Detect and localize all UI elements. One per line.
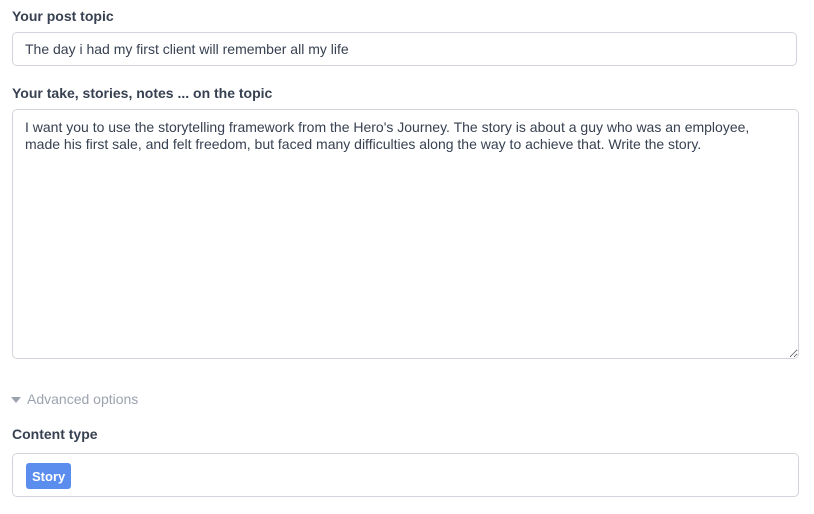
advanced-options-label: Advanced options — [27, 391, 139, 407]
post-topic-input[interactable] — [12, 32, 797, 66]
take-textarea[interactable]: I want you to use the storytelling frame… — [12, 109, 799, 359]
caret-down-icon — [11, 396, 21, 403]
advanced-options-toggle[interactable]: Advanced options — [11, 391, 138, 407]
content-type-label: Content type — [12, 426, 98, 442]
content-type-select[interactable]: Story — [12, 453, 799, 497]
post-topic-label: Your post topic — [12, 8, 114, 24]
content-type-chip-story[interactable]: Story — [26, 463, 72, 489]
take-label: Your take, stories, notes ... on the top… — [12, 85, 273, 101]
